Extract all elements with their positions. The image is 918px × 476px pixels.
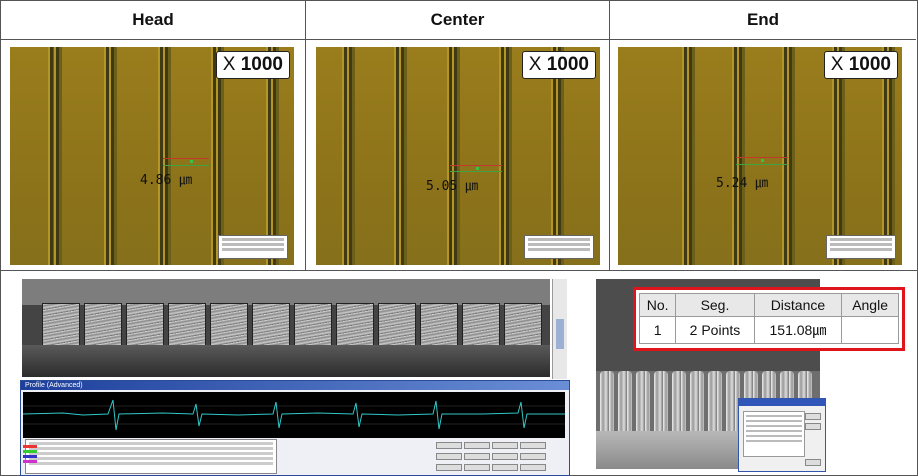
result-table: No. Seg. Distance Angle 1 2 Points 151.0… [638, 293, 899, 344]
column-header-end: End [610, 1, 916, 40]
measurement-line [450, 165, 502, 166]
legend-color [23, 460, 37, 463]
divider [609, 40, 610, 270]
header-distance: Distance [753, 293, 843, 317]
header-label: End [746, 10, 780, 29]
profile-signal [22, 399, 565, 431]
dialog-titlebar[interactable] [739, 399, 825, 406]
magnification-badge: X 1000 [215, 51, 290, 79]
mini-table [218, 235, 288, 259]
header-seg: Seg. [675, 293, 755, 317]
marker [476, 167, 479, 170]
measurement-line [450, 171, 502, 172]
micrograph-center: X 1000 5.05 ㎛ [316, 47, 600, 265]
measurement-line [736, 157, 788, 158]
sem-image-cross-section [22, 279, 550, 377]
profile-legend-table [25, 439, 277, 474]
header-angle: Angle [841, 293, 899, 317]
profile-window: Profile (Advanced) [20, 380, 570, 476]
header-label: Center [430, 10, 485, 29]
scroll-thumb[interactable] [556, 319, 564, 349]
measurement-value: 4.86 ㎛ [140, 173, 193, 188]
marker [761, 159, 764, 162]
legend-color [23, 455, 37, 458]
header-label: Head [132, 10, 174, 29]
cell-seg: 2 Points [675, 316, 755, 344]
profile-plot [22, 392, 565, 438]
micrograph-end: X 1000 5.24 ㎛ [618, 47, 902, 265]
legend-color [23, 450, 37, 453]
magnification-badge: X 1000 [521, 51, 596, 79]
marker [190, 160, 193, 163]
table-row: 1 2 Points 151.08㎛ [638, 316, 899, 344]
measurement-value: 5.05 ㎛ [426, 179, 479, 194]
cell-angle [841, 316, 899, 344]
measurement-dialog [738, 398, 826, 472]
divider [305, 40, 306, 270]
magnification-badge: X 1000 [823, 51, 898, 79]
measurement-value: 5.24 ㎛ [716, 176, 769, 191]
micrograph-head: X 1000 4.86 ㎛ [10, 47, 294, 265]
dialog-button[interactable] [805, 423, 821, 430]
window-title: Profile (Advanced) [21, 381, 569, 390]
column-header-head: Head [1, 1, 306, 40]
measurement-line [736, 164, 788, 165]
cell-distance: 151.08㎛ [753, 316, 843, 344]
divider [1, 270, 917, 271]
highlighted-result-table: No. Seg. Distance Angle 1 2 Points 151.0… [633, 287, 905, 351]
dialog-button[interactable] [805, 413, 821, 420]
cell-no: 1 [638, 316, 677, 344]
mini-table [524, 235, 594, 259]
profile-controls[interactable] [435, 441, 565, 473]
measurement-line [163, 165, 209, 166]
dialog-button[interactable] [805, 459, 821, 466]
vertical-scrollbar[interactable] [552, 279, 567, 379]
measurement-line [163, 158, 209, 159]
dialog-table [743, 411, 805, 457]
column-header-center: Center [306, 1, 610, 40]
header-no: No. [638, 293, 677, 317]
legend-color [23, 445, 37, 448]
mini-table [826, 235, 896, 259]
